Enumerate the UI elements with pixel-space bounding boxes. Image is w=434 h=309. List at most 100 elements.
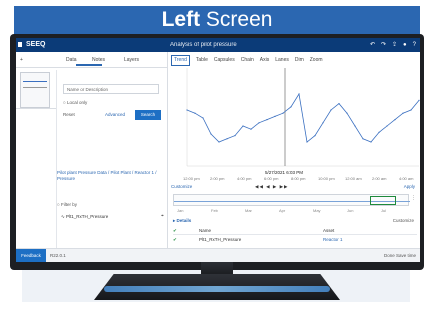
details-columns: ✔ Name Asset — [173, 228, 417, 235]
data-point — [282, 112, 284, 114]
banner-title: Left Screen — [14, 6, 420, 34]
feedback-button[interactable]: Feedback — [16, 249, 46, 262]
data-point — [210, 133, 212, 135]
data-point — [306, 141, 308, 143]
worksheet-title[interactable]: Analysis of pilot pressure — [170, 38, 237, 52]
row-asset[interactable]: Reactor 1 — [323, 237, 343, 242]
overview-tick-label: Mar — [245, 208, 252, 213]
divider — [16, 108, 56, 109]
tab-layers[interactable]: Layers — [124, 57, 139, 63]
data-point — [226, 138, 228, 140]
left-panel: + Data Notes Layers Name or Description … — [16, 52, 168, 262]
data-point — [250, 128, 252, 130]
x-tick-label: 10:00 pm — [318, 176, 335, 181]
search-button[interactable]: Search — [135, 110, 161, 120]
screen: SEEQ Analysis of pilot pressure ↶ ↷ ⇪ ● … — [16, 38, 420, 262]
apply-link[interactable]: Apply — [404, 184, 415, 189]
list-item[interactable]: ∿ Plt1_RxTH_Pressure — [61, 214, 108, 220]
data-point — [370, 141, 372, 143]
trend-area: Trend Table Capsules Chain Axis Lanes Di… — [169, 52, 420, 248]
x-tick-label: 4:00 am — [399, 176, 414, 181]
data-point — [266, 119, 268, 121]
data-point — [186, 109, 188, 111]
customize-link[interactable]: Customize — [171, 184, 192, 189]
add-icon[interactable]: + — [20, 57, 23, 63]
menu-icon[interactable] — [18, 42, 22, 47]
data-point — [242, 125, 244, 127]
tool-table[interactable]: Table — [196, 57, 208, 63]
x-tick-label: 6:00 pm — [264, 176, 279, 181]
user-icon[interactable]: ● — [403, 38, 407, 52]
data-point — [330, 109, 332, 111]
status-right: Done Save time — [383, 253, 416, 258]
data-point — [362, 138, 364, 140]
tool-chain[interactable]: Chain — [241, 57, 254, 63]
data-point — [410, 109, 412, 111]
share-icon[interactable]: ⇪ — [392, 38, 397, 52]
pin-icon[interactable]: ⌖ — [161, 213, 164, 219]
display-range-handle[interactable] — [370, 196, 396, 205]
data-point — [234, 135, 236, 137]
version-label: R22.0.1 — [50, 253, 66, 258]
top-icons: ↶ ↷ ⇪ ● ? — [370, 38, 416, 52]
row-name: Plt1_RxTH_Pressure — [199, 237, 242, 242]
check-icon[interactable]: ✔ — [173, 228, 177, 234]
data-point — [394, 119, 396, 121]
search-input[interactable]: Name or Description — [63, 84, 159, 94]
data-point — [194, 112, 196, 114]
reset-button[interactable]: Reset — [63, 110, 75, 120]
zoom-icon[interactable]: Zoom — [310, 57, 323, 63]
overview-tick-label: Feb — [211, 208, 218, 213]
check-icon[interactable]: ✔ — [173, 237, 177, 243]
data-point — [418, 99, 420, 101]
trend-toolbar: Trend Table Capsules Chain Axis Lanes Di… — [171, 54, 419, 66]
stage: Left Screen SEEQ Analysis of pilot press… — [0, 0, 434, 309]
trend-svg[interactable] — [169, 68, 420, 168]
search-buttons: Reset Advanced Search — [63, 110, 163, 120]
tool-trend[interactable]: Trend — [171, 54, 190, 66]
overview-ticks: Jan Feb Mar Apr May Jun Jul — [173, 208, 409, 214]
data-point — [378, 131, 380, 133]
help-icon[interactable]: ? — [413, 38, 416, 52]
trend-controls: Customize ◀◀ ◀ ▶ ▶▶ Apply — [171, 184, 419, 192]
data-point — [290, 106, 292, 108]
x-tick-label: 4:00 pm — [237, 176, 252, 181]
table-row[interactable]: ✔ Plt1_RxTH_Pressure Reactor 1 — [173, 237, 417, 244]
overview-tick-label: Jun — [347, 208, 354, 213]
trend-chart[interactable] — [169, 68, 420, 167]
data-point — [258, 122, 260, 124]
x-tick-label: 2:00 pm — [210, 176, 225, 181]
tab-data[interactable]: Data — [66, 57, 77, 63]
time-overview[interactable] — [173, 194, 410, 206]
advanced-link[interactable]: Advanced — [105, 110, 125, 120]
tool-dim[interactable]: Dim — [295, 57, 304, 63]
divider — [16, 67, 168, 68]
tool-axis[interactable]: Axis — [260, 57, 269, 63]
data-search-panel: Name or Description ○ Local only Reset A… — [56, 70, 166, 262]
breadcrumb[interactable]: Pilot plant Pressure Data / Pilot Plant … — [57, 170, 165, 182]
overview-tick-label: May — [313, 208, 321, 213]
filter-label[interactable]: ○ Filter by — [57, 202, 77, 207]
overview-tick-label: Jul — [381, 208, 387, 213]
undo-icon[interactable]: ↶ — [370, 38, 375, 52]
tab-notes[interactable]: Notes — [92, 57, 105, 63]
tool-capsules[interactable]: Capsules — [214, 57, 235, 63]
overview-settings-icon[interactable]: ⋮ — [411, 195, 416, 201]
worksheet-thumbnail[interactable] — [20, 72, 50, 108]
data-point — [386, 125, 388, 127]
details-customize[interactable]: Customize — [393, 218, 414, 223]
data-point — [338, 103, 340, 105]
x-tick-label: 8:00 pm — [291, 176, 306, 181]
x-tick-label: 12:00 pm — [183, 176, 200, 181]
local-only-checkbox[interactable]: ○ Local only — [63, 100, 87, 105]
details-header[interactable]: ▸ Details — [173, 218, 191, 224]
overview-tick-label: Apr — [279, 208, 286, 213]
x-tick-label: 12:00 am — [345, 176, 362, 181]
data-point — [202, 117, 204, 119]
redo-icon[interactable]: ↷ — [381, 38, 386, 52]
series-line — [186, 92, 420, 143]
app-topbar: SEEQ Analysis of pilot pressure ↶ ↷ ⇪ ● … — [16, 38, 420, 52]
tool-lanes[interactable]: Lanes — [275, 57, 289, 63]
playback-controls[interactable]: ◀◀ ◀ ▶ ▶▶ — [255, 184, 289, 190]
data-point — [274, 115, 276, 117]
